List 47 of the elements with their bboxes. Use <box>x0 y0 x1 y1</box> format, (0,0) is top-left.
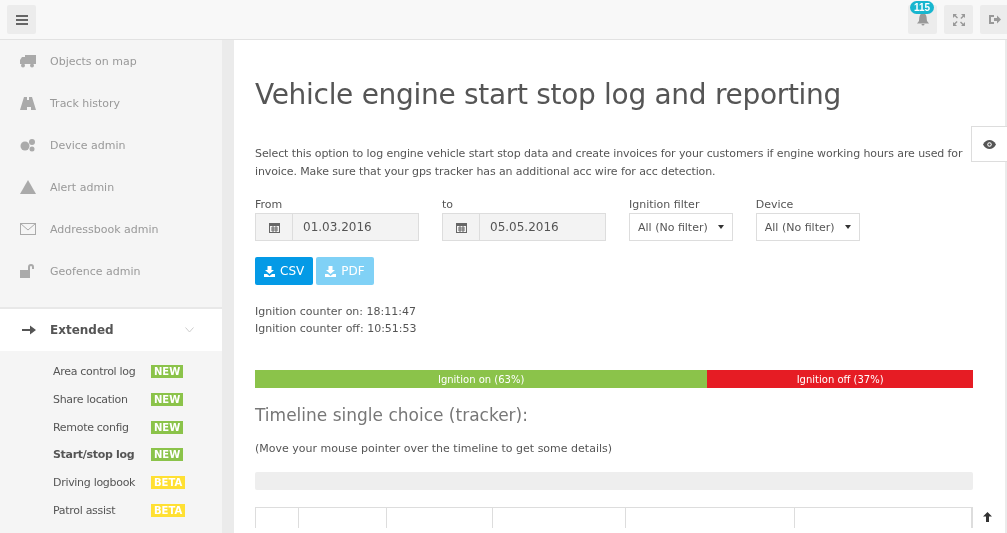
field-label: Ignition filter <box>629 198 701 211</box>
sidebar-subitem[interactable]: Driving logbook <box>53 476 151 490</box>
calendar-icon <box>455 221 467 233</box>
sidebar-subitem[interactable]: Area control log <box>53 365 151 379</box>
envelope-icon <box>20 222 36 236</box>
arrow-right-icon <box>22 324 36 336</box>
road-icon <box>20 96 36 110</box>
download-icon <box>325 265 337 277</box>
menu-icon <box>15 14 28 25</box>
view-toggle-button[interactable] <box>971 126 1007 162</box>
status-tag: BETA <box>151 503 186 517</box>
select-field[interactable]: All (No filter) <box>755 213 860 241</box>
field-label: to <box>442 198 455 211</box>
eye-icon <box>983 139 996 149</box>
calendar-icon <box>268 221 280 233</box>
field-label: Device <box>755 198 795 211</box>
section-title: Timeline single choice (tracker): <box>255 405 529 425</box>
expand-icon <box>952 13 965 26</box>
sidebar-subitem[interactable]: Remote config <box>53 420 151 434</box>
status-tag: NEW <box>151 420 184 434</box>
description-text: Select this option to log engine vehicle start stop data and create invoices for your customers if engine working hours are used for invoice. Make sure that your gps tracker has an additional acc wire for acc detection. <box>255 146 964 180</box>
hint-text: (Move your mouse pointer over the timeline to get some details) <box>255 442 614 455</box>
ignition-on-fill: Ignition on (63%) <box>255 370 708 388</box>
ignition-off-label: Ignition off (37%) <box>795 372 885 387</box>
bell-icon <box>916 13 929 26</box>
date-field[interactable]: 05.05.2016 <box>442 213 606 241</box>
counter-text: Ignition counter on: 18:11:47 <box>255 304 417 320</box>
date-field[interactable]: 01.03.2016 <box>255 213 419 241</box>
field-label: From <box>255 198 284 211</box>
warning-icon <box>20 180 36 194</box>
sidebar-subitem[interactable]: Share location <box>53 393 151 407</box>
truck-icon <box>20 54 36 68</box>
status-tag: NEW <box>151 448 184 462</box>
page-title: Vehicle engine start stop log and reporting <box>255 78 842 111</box>
notification-count-badge: 115 <box>910 1 935 14</box>
arrow-up-icon <box>983 512 992 522</box>
sidebar-subitem[interactable]: Start/stop log <box>53 448 151 462</box>
unlock-icon <box>20 264 36 278</box>
sign-out-icon <box>988 14 1001 25</box>
counter-text: Ignition counter off: 10:51:53 <box>255 321 418 337</box>
sidebar-subitem[interactable]: Patrol assist <box>53 503 151 517</box>
status-tag: NEW <box>151 393 184 407</box>
select-field[interactable]: All (No filter) <box>629 213 733 241</box>
status-tag: BETA <box>151 476 186 490</box>
menu-button[interactable] <box>7 5 36 34</box>
download-icon <box>264 265 275 277</box>
status-tag: NEW <box>151 365 184 379</box>
